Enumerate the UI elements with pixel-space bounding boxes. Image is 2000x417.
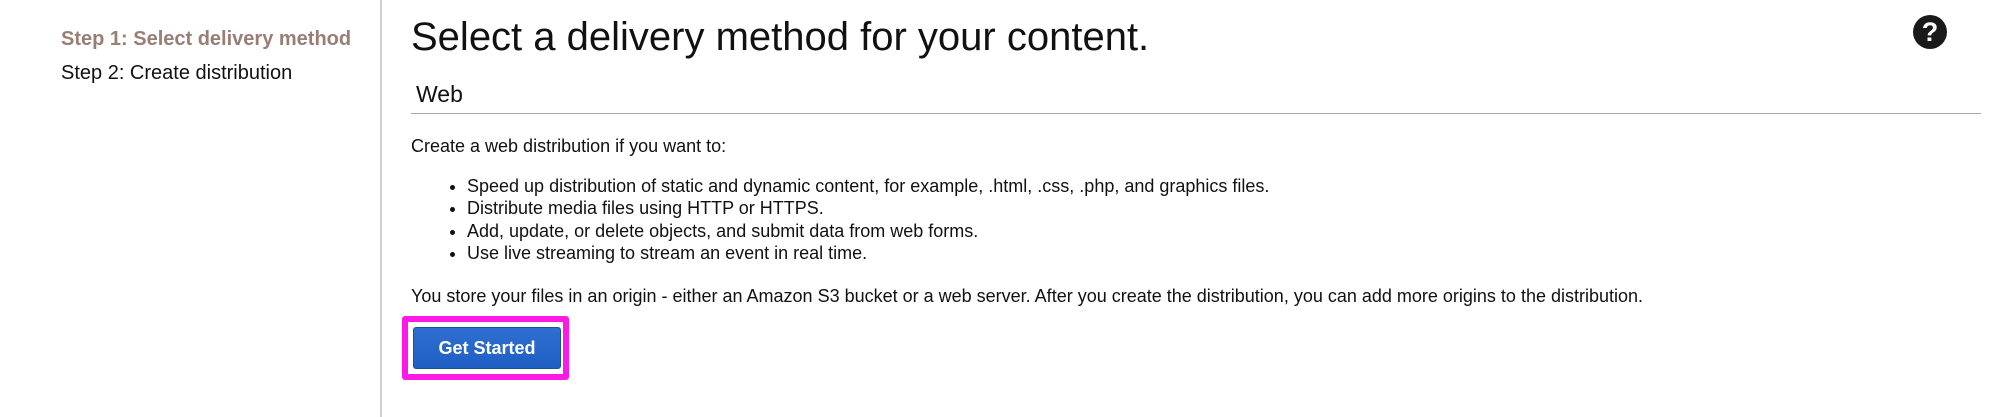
- list-item: Distribute media files using HTTP or HTT…: [467, 197, 1269, 219]
- section-heading-web: Web: [416, 81, 463, 107]
- sidebar-step-create-distribution: Step 2: Create distribution: [61, 62, 293, 84]
- question-mark-circle-icon[interactable]: ?: [1913, 15, 1947, 49]
- section-divider: [411, 113, 1981, 114]
- web-feature-list: Speed up distribution of static and dyna…: [411, 175, 1269, 264]
- wizard-sidebar: Step 1: Select delivery method Step 2: C…: [0, 0, 382, 417]
- sidebar-step-select-delivery-method: Step 1: Select delivery method: [61, 28, 352, 50]
- page: Step 1: Select delivery method Step 2: C…: [0, 0, 2000, 417]
- get-started-button[interactable]: Get Started: [413, 327, 561, 369]
- web-intro-text: Create a web distribution if you want to…: [411, 136, 727, 156]
- origin-note: You store your files in an origin - eith…: [411, 286, 1644, 306]
- list-item: Use live streaming to stream an event in…: [467, 242, 1269, 264]
- page-title: Select a delivery method for your conten…: [411, 15, 1150, 59]
- list-item: Add, update, or delete objects, and subm…: [467, 220, 1269, 242]
- main-content: Select a delivery method for your conten…: [402, 0, 1981, 417]
- list-item: Speed up distribution of static and dyna…: [467, 175, 1269, 197]
